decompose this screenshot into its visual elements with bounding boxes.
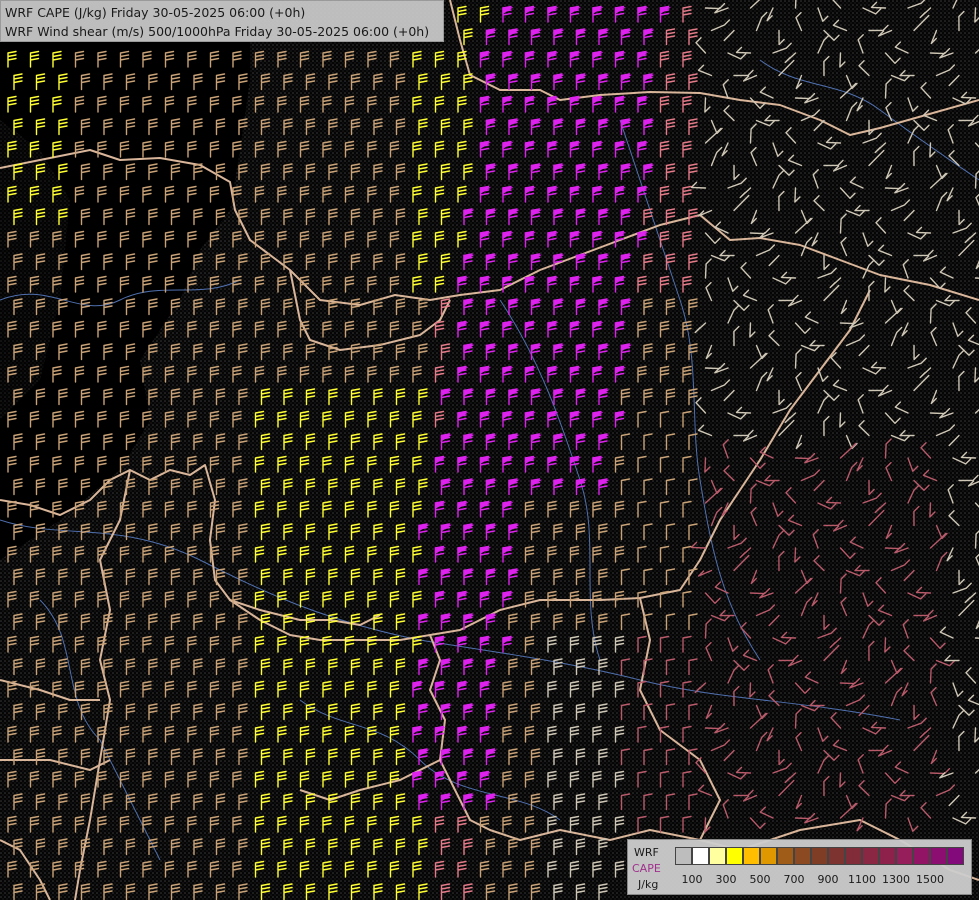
legend-swatch — [896, 847, 913, 865]
legend-swatch — [845, 847, 862, 865]
legend-unit: J/kg — [638, 878, 659, 891]
legend-swatch — [726, 847, 743, 865]
legend-tick-label: 300 — [715, 873, 737, 886]
legend-swatch — [760, 847, 777, 865]
legend-tick-label: 1300 — [882, 873, 910, 886]
legend-swatch — [675, 847, 692, 865]
legend-swatch — [913, 847, 930, 865]
legend-variable: CAPE — [632, 862, 661, 875]
legend-tick-label: 1500 — [916, 873, 944, 886]
title-box: WRF CAPE (J/kg) Friday 30-05-2025 06:00 … — [0, 0, 444, 42]
legend-swatch — [930, 847, 947, 865]
legend-tick-label: 1100 — [848, 873, 876, 886]
legend-swatch — [743, 847, 760, 865]
legend-swatch — [879, 847, 896, 865]
weather-map — [0, 0, 979, 900]
legend-tick-label: 100 — [681, 873, 703, 886]
legend-swatch — [947, 847, 964, 865]
legend-swatch — [811, 847, 828, 865]
legend-swatch — [828, 847, 845, 865]
legend-swatch — [777, 847, 794, 865]
legend-tick-label: 900 — [817, 873, 839, 886]
legend-swatch — [692, 847, 709, 865]
legend-model: WRF — [634, 846, 659, 859]
legend-swatch — [794, 847, 811, 865]
legend-swatch — [709, 847, 726, 865]
legend-tick-label: 500 — [749, 873, 771, 886]
legend-tick-label: 700 — [783, 873, 805, 886]
cape-title: WRF CAPE (J/kg) Friday 30-05-2025 06:00 … — [5, 5, 306, 20]
cape-legend: WRF CAPE J/kg 100 300 500 700 900 1100 1300 150… — [627, 839, 972, 895]
wind-shear-title: WRF Wind shear (m/s) 500/1000hPa Friday … — [5, 24, 430, 39]
legend-swatch — [862, 847, 879, 865]
